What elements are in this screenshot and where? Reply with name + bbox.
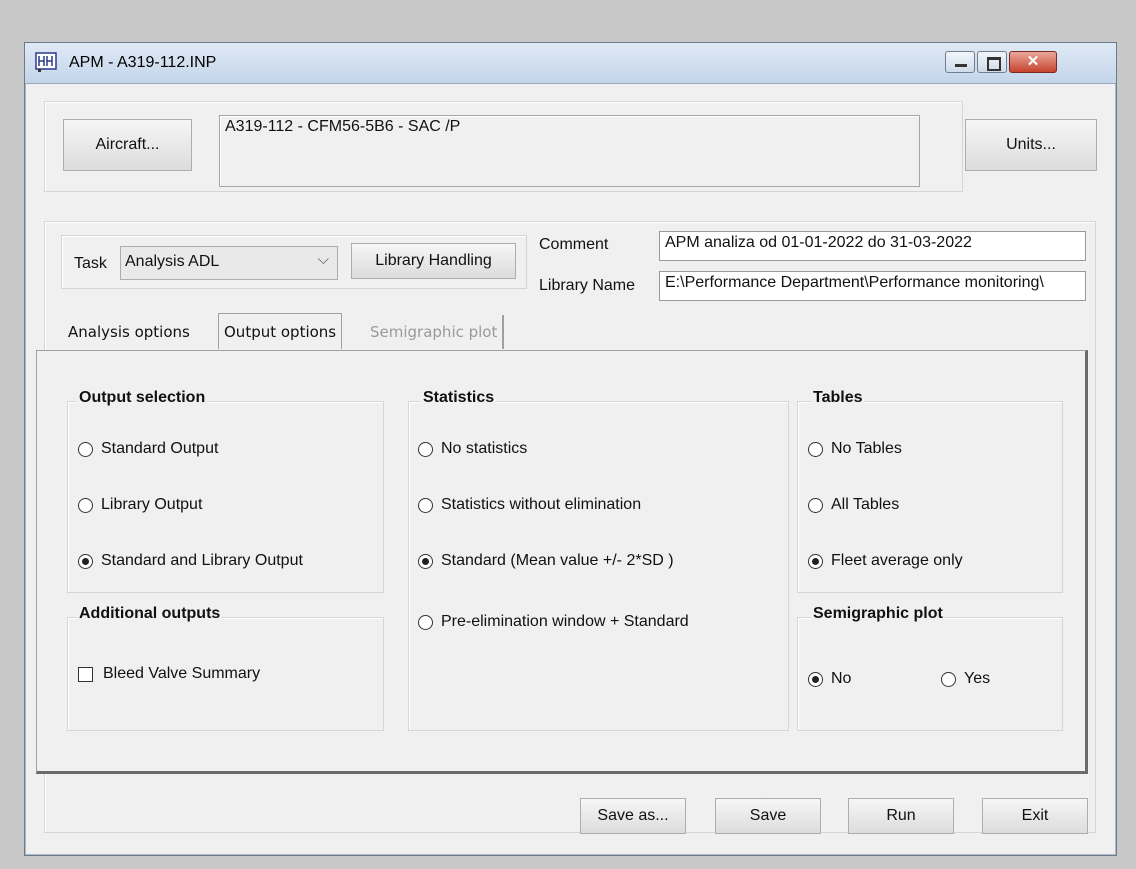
save-button[interactable]: Save	[715, 798, 821, 834]
close-icon: ✕	[1026, 53, 1040, 70]
main-window: APM - A319-112.INP ✕ Aircraft... A319-11…	[24, 42, 1117, 856]
radio-standard-output[interactable]: Standard Output	[78, 440, 218, 458]
minimize-button[interactable]	[945, 51, 975, 73]
radio-no-tables[interactable]: No Tables	[808, 440, 902, 458]
library-name-field[interactable]: E:\Performance Department\Performance mo…	[659, 271, 1086, 301]
radio-indicator	[418, 614, 433, 630]
run-button[interactable]: Run	[848, 798, 954, 834]
radio-standard-and-library-output[interactable]: Standard and Library Output	[78, 552, 303, 570]
radio-indicator	[418, 441, 433, 457]
units-button[interactable]: Units...	[965, 119, 1097, 171]
aircraft-button[interactable]: Aircraft...	[63, 119, 192, 171]
minimize-icon	[955, 64, 967, 67]
radio-pre-elimination-window[interactable]: Pre-elimination window + Standard	[418, 613, 689, 631]
radio-indicator	[78, 497, 93, 513]
task-label: Task	[74, 255, 107, 272]
save-as-button[interactable]: Save as...	[580, 798, 686, 834]
tab-analysis-options[interactable]: Analysis options	[63, 315, 195, 349]
aircraft-info-field: A319-112 - CFM56-5B6 - SAC /P	[219, 115, 920, 187]
task-select[interactable]: Analysis ADL ⌵	[120, 246, 338, 280]
maximize-button[interactable]	[977, 51, 1007, 73]
radio-no-statistics[interactable]: No statistics	[418, 440, 527, 458]
checkbox-indicator	[78, 666, 93, 682]
radio-indicator	[941, 671, 956, 687]
radio-library-output[interactable]: Library Output	[78, 496, 202, 514]
radio-label: No Tables	[831, 440, 902, 457]
output-selection-title: Output selection	[77, 389, 208, 407]
radio-label: Library Output	[101, 496, 203, 513]
radio-label: Standard and Library Output	[101, 552, 303, 569]
radio-indicator	[78, 441, 93, 457]
tab-output-options[interactable]: Output options	[218, 313, 343, 349]
radio-indicator	[418, 497, 433, 513]
tab-semigraphic-plot[interactable]: Semigraphic plot	[365, 315, 505, 349]
radio-semigraphic-yes[interactable]: Yes	[941, 670, 990, 688]
checkbox-label: Bleed Valve Summary	[103, 665, 261, 682]
radio-indicator	[78, 553, 93, 569]
semigraphic-plot-title: Semigraphic plot	[811, 605, 945, 623]
task-select-value: Analysis ADL	[125, 253, 220, 270]
window-title: APM - A319-112.INP	[69, 54, 217, 71]
maximize-icon	[987, 57, 1001, 71]
statistics-title: Statistics	[421, 389, 497, 407]
radio-label: Pre-elimination window + Standard	[441, 613, 689, 630]
radio-label: Yes	[964, 670, 991, 687]
exit-button[interactable]: Exit	[982, 798, 1088, 834]
radio-label: Standard (Mean value +/- 2*SD )	[441, 552, 674, 569]
radio-fleet-average-only[interactable]: Fleet average only	[808, 552, 963, 570]
radio-all-tables[interactable]: All Tables	[808, 496, 899, 514]
radio-indicator	[808, 441, 823, 457]
radio-label: All Tables	[831, 496, 900, 513]
radio-indicator	[808, 497, 823, 513]
bleed-valve-summary-checkbox[interactable]: Bleed Valve Summary	[78, 665, 260, 683]
tables-title: Tables	[811, 389, 865, 407]
title-bar: APM - A319-112.INP ✕	[25, 43, 1116, 84]
library-handling-button[interactable]: Library Handling	[351, 243, 516, 279]
app-icon	[35, 52, 57, 72]
radio-indicator	[808, 553, 823, 569]
comment-label: Comment	[539, 236, 609, 253]
radio-semigraphic-no[interactable]: No	[808, 670, 851, 688]
radio-label: Standard Output	[101, 440, 219, 457]
additional-outputs-title: Additional outputs	[77, 605, 223, 623]
chevron-down-icon: ⌵	[317, 251, 329, 268]
radio-label: Statistics without elimination	[441, 496, 642, 513]
radio-label: No statistics	[441, 440, 528, 457]
close-button[interactable]: ✕	[1009, 51, 1057, 73]
radio-standard-mean-sd[interactable]: Standard (Mean value +/- 2*SD )	[418, 552, 674, 570]
radio-label: No	[831, 670, 852, 687]
radio-indicator	[418, 553, 433, 569]
radio-statistics-without-elimination[interactable]: Statistics without elimination	[418, 496, 641, 514]
library-name-label: Library Name	[539, 277, 636, 294]
radio-indicator	[808, 671, 823, 687]
comment-field[interactable]: APM analiza od 01-01-2022 do 31-03-2022	[659, 231, 1086, 261]
radio-label: Fleet average only	[831, 552, 963, 569]
